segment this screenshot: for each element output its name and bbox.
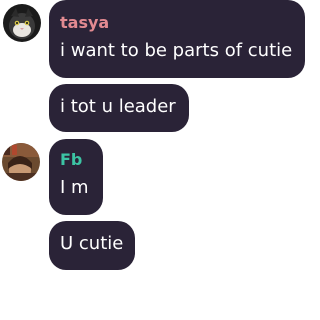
message-text: i tot u leader bbox=[60, 96, 176, 117]
message-text: i want to be parts of cutie bbox=[60, 40, 293, 61]
message-bubble[interactable]: i tot u leader bbox=[49, 84, 189, 132]
avatar-tasya[interactable] bbox=[3, 4, 41, 42]
sender-name[interactable]: tasya bbox=[60, 13, 109, 33]
message-text: U cutie bbox=[60, 233, 124, 254]
message-bubble[interactable]: U cutie bbox=[49, 221, 135, 270]
message-text: I m bbox=[60, 177, 89, 198]
message-bubble[interactable]: Fb I m bbox=[49, 139, 103, 215]
message-bubble[interactable]: tasya i want to be parts of cutie bbox=[49, 0, 305, 78]
chat-thread: tasya i want to be parts of cutie i tot … bbox=[0, 0, 307, 320]
sender-name[interactable]: Fb bbox=[60, 150, 82, 170]
avatar-fb[interactable] bbox=[2, 143, 40, 181]
